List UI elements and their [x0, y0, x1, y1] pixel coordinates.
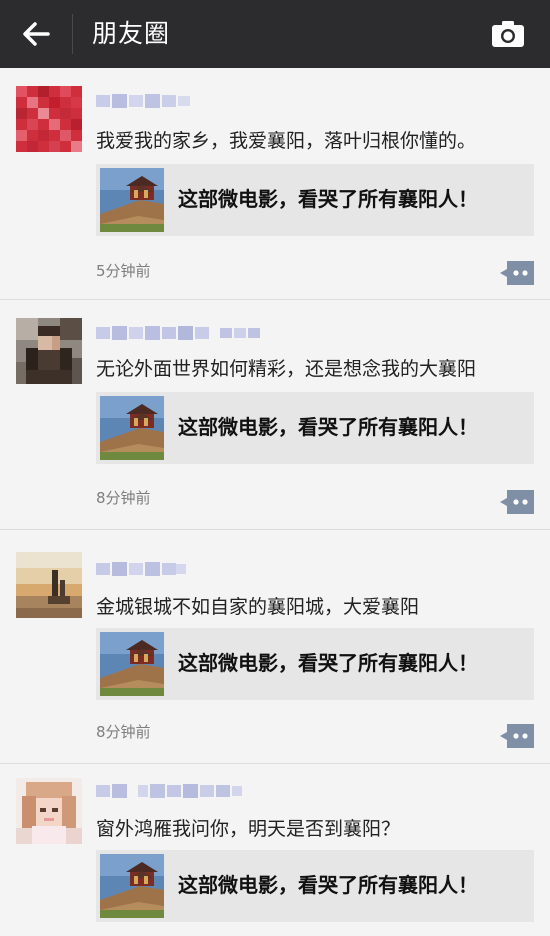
author-name[interactable]	[96, 324, 264, 342]
camera-button[interactable]	[490, 18, 526, 50]
avatar[interactable]	[16, 778, 82, 844]
moments-feed[interactable]: 我爱我的家乡，我爱襄阳，落叶归根你懂的。 这部微电影，看哭了所有襄阳人！ 5分钟…	[0, 68, 550, 936]
share-thumbnail	[100, 168, 164, 232]
post-text: 金城银城不如自家的襄阳城，大爱襄阳	[96, 596, 420, 618]
shared-link-card[interactable]: 这部微电影，看哭了所有襄阳人！	[96, 392, 534, 464]
avatar[interactable]	[16, 86, 82, 152]
top-navigation-bar: 朋友圈	[0, 0, 550, 68]
post-timestamp: 8分钟前	[96, 489, 151, 507]
post-timestamp: 8分钟前	[96, 723, 151, 741]
comment-icon	[500, 490, 534, 514]
comment-icon	[500, 261, 534, 285]
share-title: 这部微电影，看哭了所有襄阳人！	[178, 187, 478, 211]
camera-icon	[492, 21, 524, 47]
moment-post: 我爱我的家乡，我爱襄阳，落叶归根你懂的。 这部微电影，看哭了所有襄阳人！ 5分钟…	[0, 68, 550, 300]
shared-link-card[interactable]: 这部微电影，看哭了所有襄阳人！	[96, 164, 534, 236]
arrow-left-icon	[23, 22, 50, 46]
post-text: 窗外鸿雁我问你，明天是否到襄阳？	[96, 818, 401, 840]
shared-link-card[interactable]: 这部微电影，看哭了所有襄阳人！	[96, 850, 534, 922]
post-text: 我爱我的家乡，我爱襄阳，落叶归根你懂的。	[96, 130, 477, 152]
author-name[interactable]	[96, 782, 264, 800]
avatar[interactable]	[16, 318, 82, 384]
author-name[interactable]	[96, 92, 192, 110]
share-thumbnail	[100, 396, 164, 460]
comment-button[interactable]	[500, 490, 534, 514]
share-title: 这部微电影，看哭了所有襄阳人！	[178, 873, 478, 897]
moment-post: 无论外面世界如何精彩，还是想念我的大襄阳 这部微电影，看哭了所有襄阳人！ 8分钟…	[0, 300, 550, 530]
share-thumbnail	[100, 632, 164, 696]
moment-post: 金城银城不如自家的襄阳城，大爱襄阳 这部微电影，看哭了所有襄阳人！ 8分钟前	[0, 530, 550, 764]
comment-icon	[500, 724, 534, 748]
moment-post: 窗外鸿雁我问你，明天是否到襄阳？ 这部微电影，看哭了所有襄阳人！	[0, 764, 550, 936]
author-name[interactable]	[96, 560, 188, 578]
comment-button[interactable]	[500, 261, 534, 285]
post-text: 无论外面世界如何精彩，还是想念我的大襄阳	[96, 358, 477, 380]
share-thumbnail	[100, 854, 164, 918]
share-title: 这部微电影，看哭了所有襄阳人！	[178, 651, 478, 675]
header-divider	[72, 14, 73, 54]
shared-link-card[interactable]: 这部微电影，看哭了所有襄阳人！	[96, 628, 534, 700]
avatar[interactable]	[16, 552, 82, 618]
comment-button[interactable]	[500, 724, 534, 748]
share-title: 这部微电影，看哭了所有襄阳人！	[178, 415, 478, 439]
page-title: 朋友圈	[92, 19, 171, 48]
back-button[interactable]	[18, 16, 54, 52]
post-timestamp: 5分钟前	[96, 262, 151, 280]
